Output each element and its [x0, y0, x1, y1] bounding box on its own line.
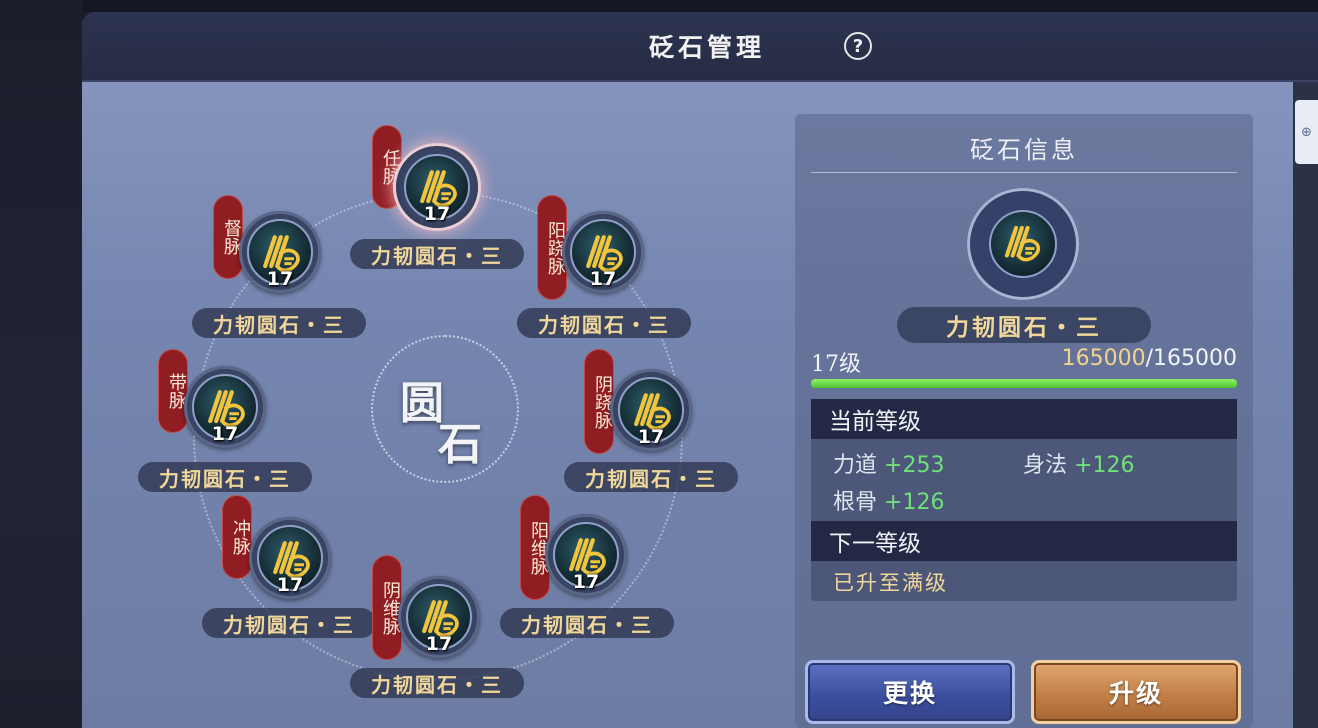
selected-stone-name: 力韧圆石・三	[897, 307, 1151, 343]
center-char-2: 石	[438, 419, 482, 470]
gem-level: 17	[276, 574, 304, 596]
upgrade-button[interactable]: 升级	[1031, 660, 1241, 724]
stone-rune-icon	[1004, 225, 1041, 262]
stone-info-panel: 砭石信息 力韧圆石・三 17级 165000/165000 当前等级 力道 +2…	[795, 114, 1253, 728]
gem-level: 17	[637, 426, 665, 448]
info-title: 砭石信息	[970, 136, 1078, 164]
exp-progress-fill	[811, 379, 1237, 388]
stone-management-window: 砭石管理 ? ⊕ 圆 石 任脉 17 力韧圆石・三 督脉 17 力韧圆石・三 阳跷脉 17 力韧…	[82, 12, 1318, 728]
stat-constitution: 根骨 +126	[833, 484, 944, 516]
selected-stone-frame	[967, 188, 1079, 300]
stat-name: 身法	[1023, 453, 1068, 478]
meridian-tag: 冲脉	[222, 495, 252, 579]
exp-readout: 165000/165000	[1062, 346, 1237, 371]
gem-level: 17	[589, 268, 617, 290]
gem-level: 17	[572, 571, 600, 593]
gem-name-label: 力韧圆石・三	[564, 462, 738, 492]
background-top	[82, 0, 1318, 12]
exp-progress-bar	[811, 379, 1237, 388]
stone-level: 17级	[811, 352, 861, 377]
stat-value: +253	[884, 453, 945, 478]
stats-box: 当前等级 力道 +253 身法 +126 根骨 +126 下一等级 已升至满级	[811, 399, 1237, 601]
gem-name-label: 力韧圆石・三	[202, 608, 376, 638]
gem-level: 17	[425, 633, 453, 655]
gem-level: 17	[211, 423, 239, 445]
window-title: 砭石管理	[648, 33, 766, 62]
title-bar: 砭石管理 ?	[82, 12, 1318, 82]
meridian-tag: 阴维脉	[372, 555, 402, 660]
stat-name: 力道	[833, 453, 878, 478]
gem-name-label: 力韧圆石・三	[517, 308, 691, 338]
swap-button[interactable]: 更换	[805, 660, 1015, 724]
meridian-tag: 带脉	[158, 349, 188, 433]
gem-name-label: 力韧圆石・三	[350, 239, 524, 269]
stat-name: 根骨	[833, 490, 878, 515]
meridian-tag: 阴跷脉	[584, 349, 614, 454]
gem-name-label: 力韧圆石・三	[192, 308, 366, 338]
gem-level: 17	[266, 268, 294, 290]
gem-name-label: 力韧圆石・三	[500, 608, 674, 638]
gem-level: 17	[423, 203, 451, 225]
gem-name-label: 力韧圆石・三	[350, 668, 524, 698]
stat-value: +126	[884, 490, 945, 515]
next-level-header: 下一等级	[811, 521, 1237, 561]
stat-strength: 力道 +253	[833, 447, 944, 479]
exp-max: /165000	[1145, 346, 1237, 371]
max-level-text: 已升至满级	[833, 571, 948, 595]
exp-current: 165000	[1061, 346, 1146, 371]
gem-name-label: 力韧圆石・三	[138, 462, 312, 492]
divider	[811, 172, 1237, 173]
stat-value: +126	[1074, 453, 1135, 478]
help-button[interactable]: ?	[844, 32, 872, 60]
background-scene	[0, 0, 82, 728]
selected-stone-icon	[989, 210, 1057, 278]
side-tab-button[interactable]: ⊕	[1295, 100, 1318, 164]
side-scroll-strip	[1293, 82, 1318, 728]
current-level-header: 当前等级	[811, 399, 1237, 439]
stat-agility: 身法 +126	[1023, 447, 1134, 479]
meridian-tag: 督脉	[213, 195, 243, 279]
